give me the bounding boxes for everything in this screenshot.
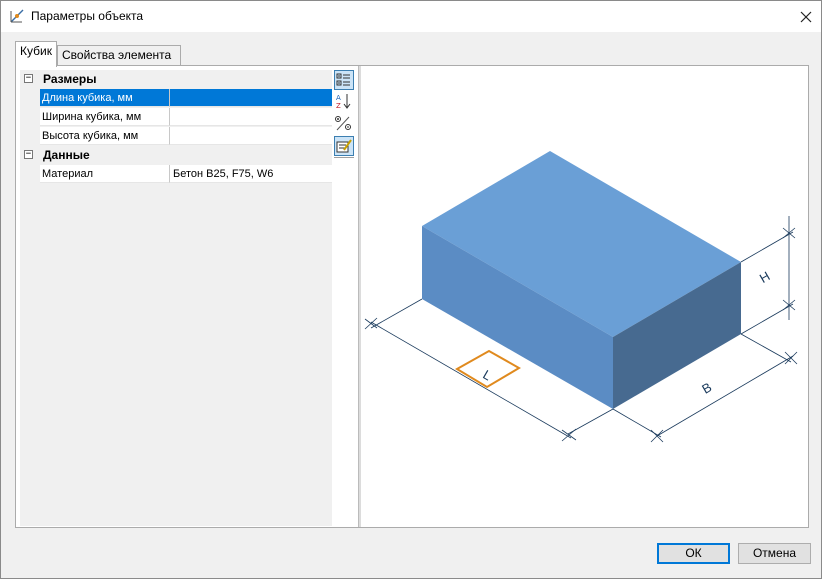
tab-kubik[interactable]: Кубик (15, 41, 57, 67)
category-label: Данные (43, 148, 90, 162)
category-label: Размеры (43, 72, 97, 86)
property-name[interactable]: Высота кубика, мм (40, 127, 170, 145)
property-name[interactable]: Ширина кубика, мм (40, 108, 170, 126)
toolbar-separator (334, 157, 354, 158)
svg-text:Z: Z (336, 102, 341, 110)
property-row-height[interactable]: Высота кубика, мм (20, 127, 332, 146)
property-row-length[interactable]: Длина кубика, мм (20, 89, 332, 108)
property-value-input[interactable] (170, 127, 332, 145)
cube-preview: L B H (361, 66, 808, 527)
cancel-button[interactable]: Отмена (738, 543, 811, 564)
expand-collapse-button[interactable] (334, 114, 354, 134)
close-button[interactable] (791, 1, 821, 32)
property-row-width[interactable]: Ширина кубика, мм (20, 108, 332, 127)
expand-collapse-icon (335, 116, 351, 131)
category-row-sizes[interactable]: − Размеры (20, 70, 332, 89)
categorized-view-button[interactable] (334, 70, 354, 90)
window-title: Параметры объекта (31, 9, 144, 23)
property-row-material[interactable]: Материал Бетон B25, F75, W6 (20, 165, 332, 184)
collapse-icon[interactable]: − (24, 150, 33, 159)
property-name[interactable]: Материал (40, 165, 170, 183)
property-pages-icon (336, 139, 352, 153)
property-value-input[interactable] (170, 108, 332, 126)
dim-label-width: B (699, 379, 714, 396)
property-value-input[interactable]: Бетон B25, F75, W6 (170, 165, 332, 183)
dialog-window: Параметры объекта Кубик Свойства элемент… (0, 0, 822, 579)
svg-text:A: A (336, 94, 341, 102)
tab-element-properties[interactable]: Свойства элемента (57, 45, 181, 65)
close-icon (800, 11, 812, 22)
dimensions-icon (9, 8, 25, 24)
property-grid: − Размеры Длина кубика, мм Ширина кубика… (20, 70, 332, 526)
property-grid-toolbar: A Z (332, 70, 354, 158)
categorized-view-icon (336, 73, 350, 86)
property-pages-button[interactable] (334, 136, 354, 156)
ok-button[interactable]: ОК (657, 543, 730, 564)
alphabetical-sort-button[interactable]: A Z (334, 92, 354, 112)
dim-label-length: L (480, 367, 494, 384)
cube-drawing: L B H (364, 151, 798, 443)
alphabetical-sort-icon: A Z (336, 94, 351, 110)
property-name[interactable]: Длина кубика, мм (40, 89, 170, 107)
dim-label-height: H (757, 268, 773, 286)
title-bar: Параметры объекта (1, 1, 821, 32)
category-row-data[interactable]: − Данные (20, 146, 332, 165)
collapse-icon[interactable]: − (24, 74, 33, 83)
property-value-input[interactable] (170, 89, 332, 107)
tab-panel: − Размеры Длина кубика, мм Ширина кубика… (15, 65, 809, 528)
